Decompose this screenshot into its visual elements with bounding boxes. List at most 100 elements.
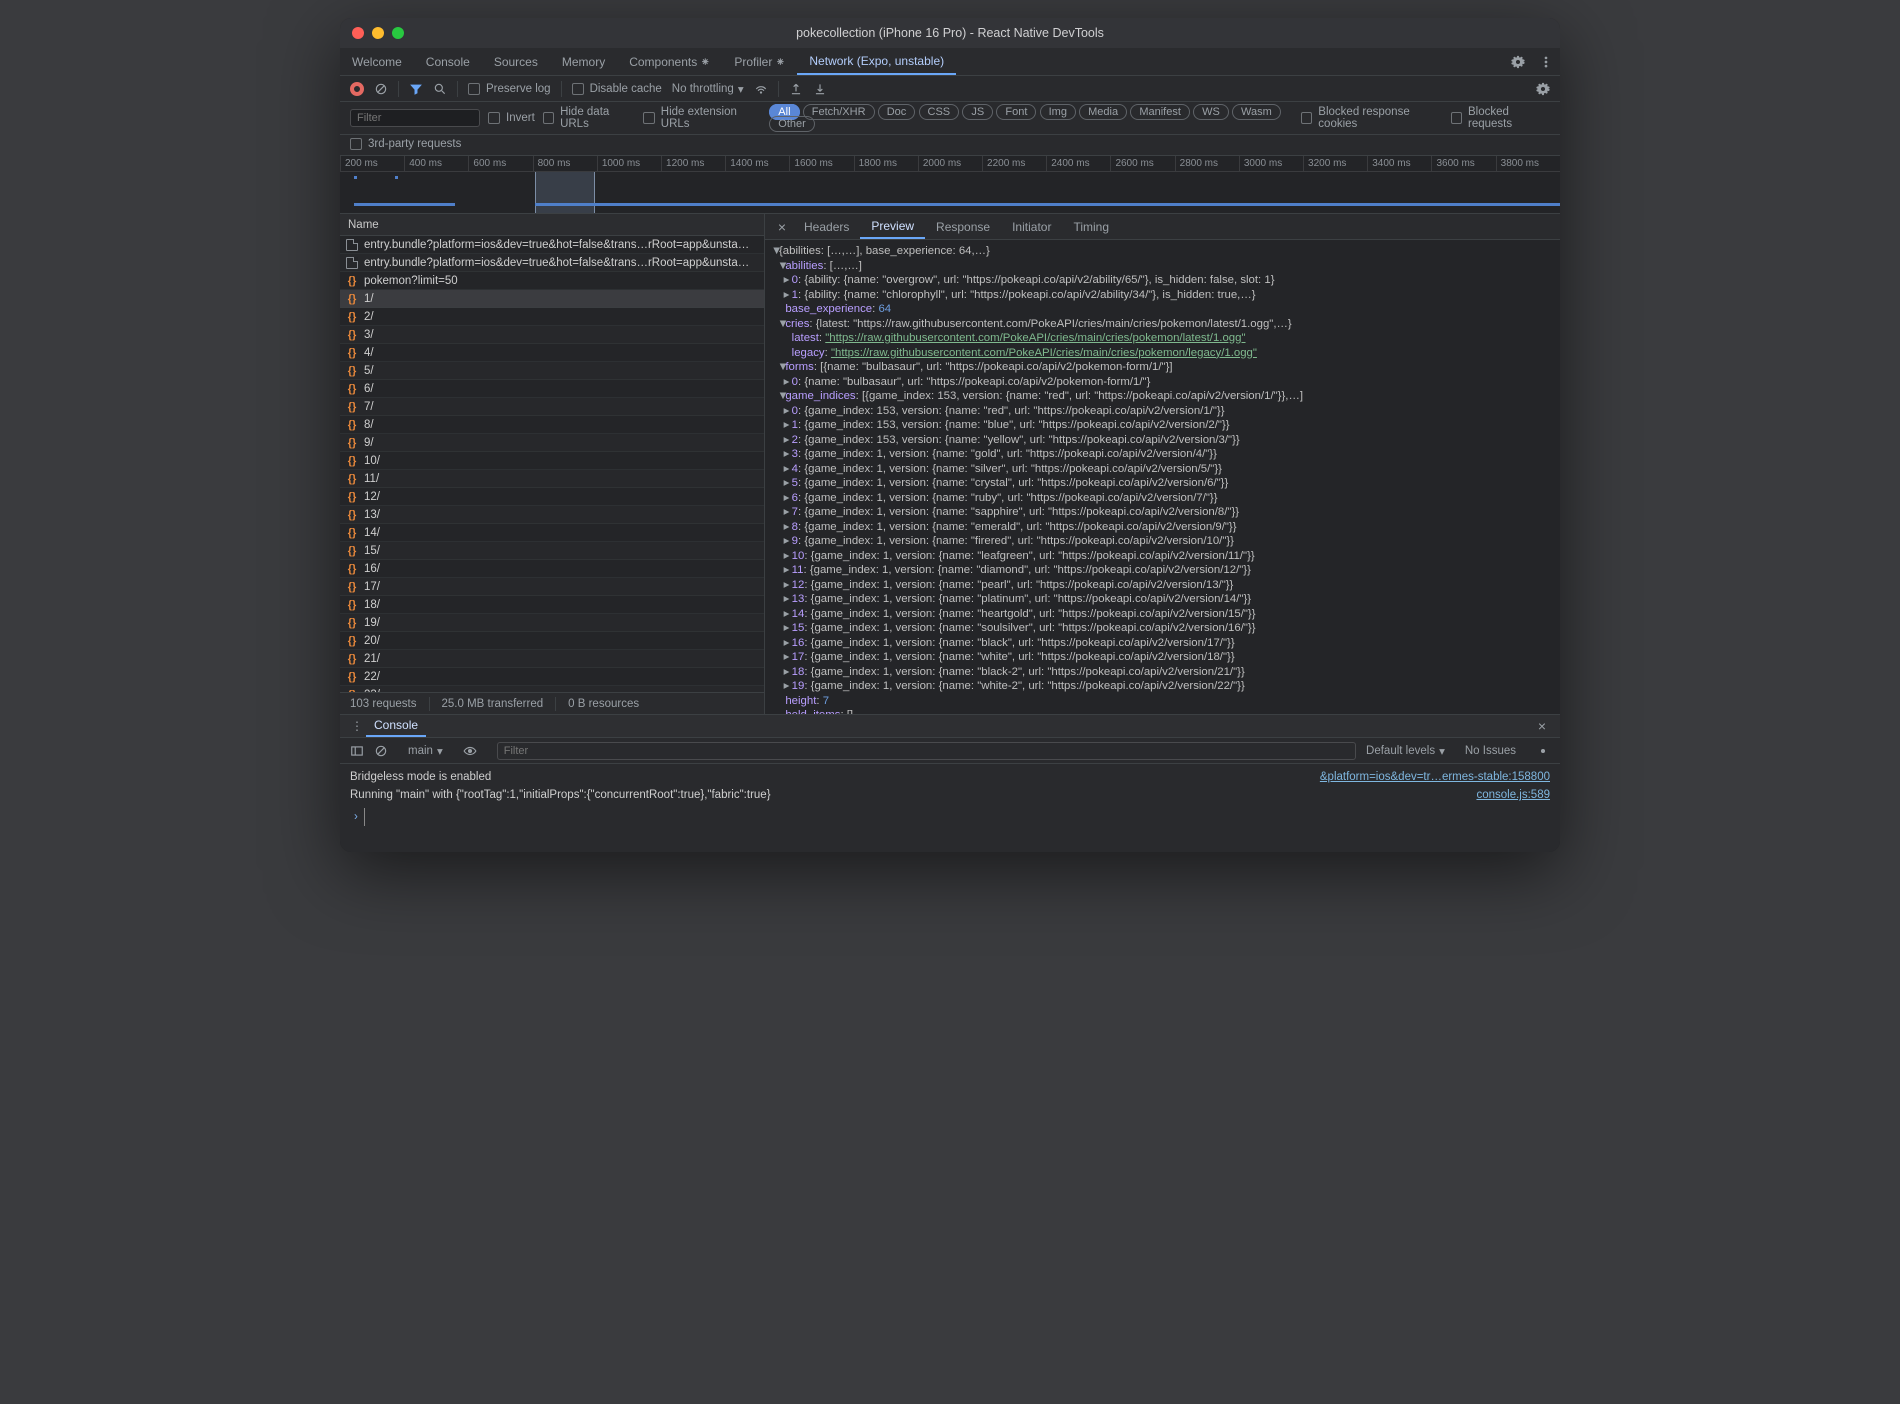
disable-cache-checkbox[interactable]: Disable cache (572, 83, 662, 95)
request-row[interactable]: {}11/ (340, 470, 764, 488)
detail-tab-response[interactable]: Response (925, 214, 1001, 239)
tab-memory[interactable]: Memory (550, 48, 617, 75)
preview-tree[interactable]: ▼{abilities: […,…], base_experience: 64,… (765, 240, 1560, 714)
request-row[interactable]: {}2/ (340, 308, 764, 326)
tab-sources[interactable]: Sources (482, 48, 550, 75)
filter-pill-other[interactable]: Other (769, 116, 815, 132)
network-conditions-icon[interactable] (754, 82, 768, 96)
settings-gear-icon[interactable] (1504, 48, 1532, 75)
request-row[interactable]: {} 20/ (340, 632, 764, 650)
third-party-checkbox[interactable]: 3rd-party requests (350, 138, 461, 150)
gear-icon[interactable] (1536, 82, 1550, 96)
request-row[interactable]: {}17/ (340, 578, 764, 596)
hide-ext-urls-checkbox[interactable]: Hide extension URLs (643, 106, 761, 130)
sidebar-toggle-icon[interactable] (350, 744, 364, 758)
drawer-kebab-icon[interactable]: ⋮ (348, 719, 366, 733)
clear-icon[interactable] (374, 82, 388, 96)
filter-pill-media[interactable]: Media (1079, 104, 1127, 120)
detail-tab-headers[interactable]: Headers (793, 214, 860, 239)
status-transferred: 25.0 MB transferred (442, 698, 544, 710)
filter-pill-fetchxhr[interactable]: Fetch/XHR (803, 104, 875, 120)
request-name: 15/ (364, 545, 380, 557)
filter-pill-img[interactable]: Img (1040, 104, 1076, 120)
upload-har-icon[interactable] (789, 82, 803, 96)
filter-input[interactable] (350, 109, 480, 127)
filter-pill-manifest[interactable]: Manifest (1130, 104, 1190, 120)
tab-profiler[interactable]: Profiler⁕ (722, 48, 797, 75)
filter-pill-font[interactable]: Font (996, 104, 1036, 120)
request-row[interactable]: {}8/ (340, 416, 764, 434)
json-icon: {} (346, 581, 358, 593)
log-levels-dropdown[interactable]: Default levels▾ (1366, 744, 1445, 758)
json-icon: {} (346, 329, 358, 341)
request-name: 20/ (364, 635, 380, 647)
request-row[interactable]: {}16/ (340, 560, 764, 578)
kebab-menu-icon[interactable] (1532, 48, 1560, 75)
filter-pill-js[interactable]: JS (962, 104, 993, 120)
request-row[interactable]: {}3/ (340, 326, 764, 344)
request-row[interactable]: entry.bundle?platform=ios&dev=true&hot=f… (340, 236, 764, 254)
request-row[interactable]: {}22/ (340, 668, 764, 686)
request-row[interactable]: {}10/ (340, 452, 764, 470)
console-input[interactable] (364, 808, 365, 826)
filter-pill-ws[interactable]: WS (1193, 104, 1229, 120)
download-har-icon[interactable] (813, 82, 827, 96)
request-row[interactable]: {}6/ (340, 380, 764, 398)
request-row[interactable]: {}5/ (340, 362, 764, 380)
request-row[interactable]: {}19/ (340, 614, 764, 632)
detail-tab-timing[interactable]: Timing (1062, 214, 1120, 239)
search-icon[interactable] (433, 82, 447, 96)
waterfall-overview[interactable]: 200 ms400 ms600 ms800 ms1000 ms1200 ms14… (340, 156, 1560, 214)
json-icon: {} (346, 419, 358, 431)
throttling-dropdown[interactable]: No throttling▾ (672, 82, 744, 96)
request-row[interactable]: {}12/ (340, 488, 764, 506)
console-settings-icon[interactable] (1536, 744, 1550, 758)
detail-tab-initiator[interactable]: Initiator (1001, 214, 1062, 239)
record-button[interactable] (350, 82, 364, 96)
request-row[interactable]: {}14/ (340, 524, 764, 542)
request-row[interactable]: {}9/ (340, 434, 764, 452)
invert-checkbox[interactable]: Invert (488, 112, 535, 124)
blocked-cookies-checkbox[interactable]: Blocked response cookies (1301, 106, 1443, 130)
hide-data-urls-checkbox[interactable]: Hide data URLs (543, 106, 636, 130)
tab-welcome[interactable]: Welcome (340, 48, 414, 75)
request-row[interactable]: {}4/ (340, 344, 764, 362)
issues-button[interactable]: No Issues (1465, 745, 1516, 757)
chevron-down-icon: ▾ (738, 82, 744, 96)
clear-console-icon[interactable] (374, 744, 388, 758)
request-name: 14/ (364, 527, 380, 539)
request-row[interactable]: {}21/ (340, 650, 764, 668)
filter-icon[interactable] (409, 82, 423, 96)
tab-components[interactable]: Components⁕ (617, 48, 722, 75)
column-header-name[interactable]: Name (340, 214, 764, 236)
request-row[interactable]: {}13/ (340, 506, 764, 524)
drawer-tab-console[interactable]: Console (366, 715, 426, 737)
request-row[interactable]: {}7/ (340, 398, 764, 416)
timeline-tick: 2400 ms (1046, 156, 1110, 171)
request-row[interactable]: {}15/ (340, 542, 764, 560)
filter-pill-wasm[interactable]: Wasm (1232, 104, 1281, 120)
tab-network-expo-unstable-[interactable]: Network (Expo, unstable) (797, 48, 956, 75)
request-row[interactable]: entry.bundle?platform=ios&dev=true&hot=f… (340, 254, 764, 272)
filter-pill-css[interactable]: CSS (919, 104, 960, 120)
request-row[interactable]: {}1/ (340, 290, 764, 308)
log-source-link[interactable]: console.js:589 (1476, 786, 1550, 804)
console-filter-input[interactable] (497, 742, 1356, 760)
request-name: 9/ (364, 437, 374, 449)
log-source-link[interactable]: &platform=ios&dev=tr…ermes-stable:158800 (1320, 768, 1550, 786)
detail-tab-preview[interactable]: Preview (860, 214, 925, 239)
request-row[interactable]: {}18/ (340, 596, 764, 614)
filter-pill-doc[interactable]: Doc (878, 104, 916, 120)
live-expression-icon[interactable] (463, 744, 477, 758)
json-icon: {} (346, 635, 358, 647)
close-drawer-icon[interactable]: × (1532, 718, 1552, 734)
tab-console[interactable]: Console (414, 48, 482, 75)
preserve-log-checkbox[interactable]: Preserve log (468, 83, 551, 95)
close-detail-icon[interactable]: × (771, 219, 793, 235)
json-icon: {} (346, 383, 358, 395)
json-icon: {} (346, 653, 358, 665)
filter-bar-2: 3rd-party requests (340, 135, 1560, 156)
request-row[interactable]: {}pokemon?limit=50 (340, 272, 764, 290)
blocked-requests-checkbox[interactable]: Blocked requests (1451, 106, 1550, 130)
context-dropdown[interactable]: main▾ (408, 744, 443, 758)
